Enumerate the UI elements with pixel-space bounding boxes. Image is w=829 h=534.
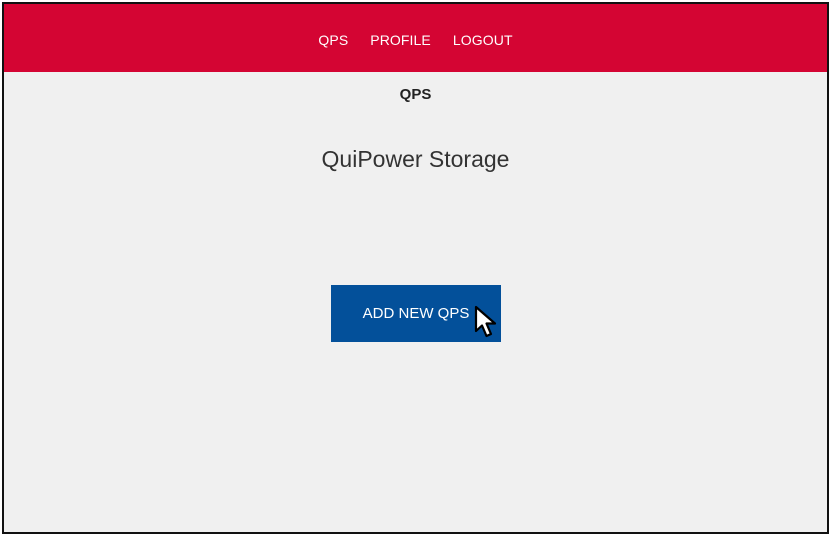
app-title: QuiPower Storage (321, 146, 510, 172)
nav-link-qps[interactable]: QPS (318, 32, 348, 48)
top-navbar: QPS PROFILE LOGOUT (4, 4, 827, 72)
nav-link-profile[interactable]: PROFILE (370, 32, 431, 48)
nav-link-logout[interactable]: LOGOUT (453, 32, 513, 48)
nav-links: QPS PROFILE LOGOUT (318, 32, 512, 48)
add-new-qps-button[interactable]: ADD NEW QPS (331, 285, 501, 342)
page-heading: QPS (399, 86, 432, 103)
app-window: QPS PROFILE LOGOUT QPS QuiPower Storage … (2, 2, 829, 534)
